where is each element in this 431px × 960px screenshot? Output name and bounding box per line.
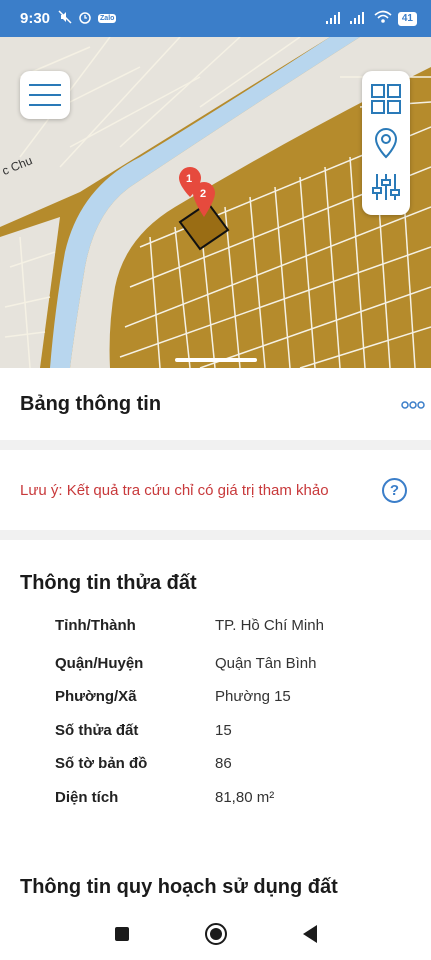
more-icon <box>401 401 425 409</box>
home-icon <box>204 923 227 945</box>
info-row: Phường/Xã Phường 15 <box>20 680 411 714</box>
disclaimer-card: Lưu ý: Kết quả tra cứu chỉ có giá trị th… <box>0 450 431 530</box>
info-label: Diện tích <box>55 788 119 806</box>
notification-icons: Zalo <box>58 10 117 27</box>
info-row: Số thửa đất 15 <box>20 714 411 748</box>
location-pin-icon <box>374 127 398 159</box>
parcel-info-title: Thông tin thửa đất <box>20 572 197 594</box>
parcel-info-card: Thông tin thửa đất Tỉnh/Thành TP. Hồ Chí… <box>0 540 431 832</box>
info-row: Diện tích 81,80 m² <box>20 781 411 815</box>
svg-text:2: 2 <box>200 188 206 200</box>
info-value: Quận Tân Bình <box>215 654 317 672</box>
map-view[interactable]: 1 2 c Chu <box>0 37 431 368</box>
battery-icon: 41 <box>397 11 417 26</box>
info-value: 15 <box>215 721 232 739</box>
wifi-icon <box>374 10 392 27</box>
signal-icon-2 <box>349 11 368 27</box>
back-button[interactable] <box>298 922 322 946</box>
info-row: Quận/Huyện Quận Tân Bình <box>20 647 411 681</box>
info-label: Số tờ bản đồ <box>55 755 148 773</box>
system-nav-bar <box>0 908 431 960</box>
recent-apps-button[interactable] <box>110 922 134 946</box>
signal-icon <box>325 11 344 27</box>
zalo-icon: Zalo <box>98 14 117 23</box>
svg-text:1: 1 <box>186 173 192 185</box>
status-time: 9:30 <box>20 10 51 27</box>
more-options-button[interactable] <box>401 396 425 412</box>
info-label: Số thửa đất <box>55 721 139 739</box>
info-label: Quận/Huyện <box>55 654 144 672</box>
sheet-header: Bảng thông tin <box>0 368 431 440</box>
info-value: 86 <box>215 755 232 773</box>
sheet-drag-handle[interactable] <box>175 358 257 362</box>
info-label: Tỉnh/Thành <box>55 617 136 635</box>
info-row: Tỉnh/Thành TP. Hồ Chí Minh <box>20 609 411 643</box>
info-value: Phường 15 <box>215 688 291 706</box>
alarm-icon <box>78 10 92 27</box>
home-button[interactable] <box>204 922 228 946</box>
map-tools-panel <box>362 71 410 215</box>
help-button[interactable]: ? <box>382 478 407 503</box>
info-sheet: Bảng thông tin Lưu ý: Kết quả tra cứu ch… <box>0 368 431 910</box>
hamburger-icon <box>29 84 61 106</box>
info-value: TP. Hồ Chí Minh <box>215 617 324 635</box>
layers-button[interactable] <box>368 81 404 117</box>
info-row: Số tờ bản đồ 86 <box>20 747 411 781</box>
sliders-icon <box>372 174 400 200</box>
status-bar: 9:30 Zalo 41 <box>0 0 431 37</box>
sheet-title: Bảng thông tin <box>20 392 162 415</box>
menu-button[interactable] <box>20 71 70 119</box>
info-label: Phường/Xã <box>55 688 137 706</box>
locate-button[interactable] <box>368 125 404 161</box>
back-icon <box>302 925 317 943</box>
planning-info-card: Thông tin quy hoạch sử dụng đất <box>0 830 431 910</box>
planning-info-title: Thông tin quy hoạch sử dụng đất <box>20 876 338 898</box>
mute-icon <box>58 10 72 27</box>
filter-button[interactable] <box>368 169 404 205</box>
disclaimer-text: Lưu ý: Kết quả tra cứu chỉ có giá trị th… <box>20 481 329 499</box>
parcel-info-table: Tỉnh/Thành TP. Hồ Chí Minh Quận/Huyện Qu… <box>20 609 411 814</box>
recent-apps-icon <box>114 927 129 941</box>
grid-icon <box>371 84 401 114</box>
info-value: 81,80 m² <box>215 788 275 806</box>
